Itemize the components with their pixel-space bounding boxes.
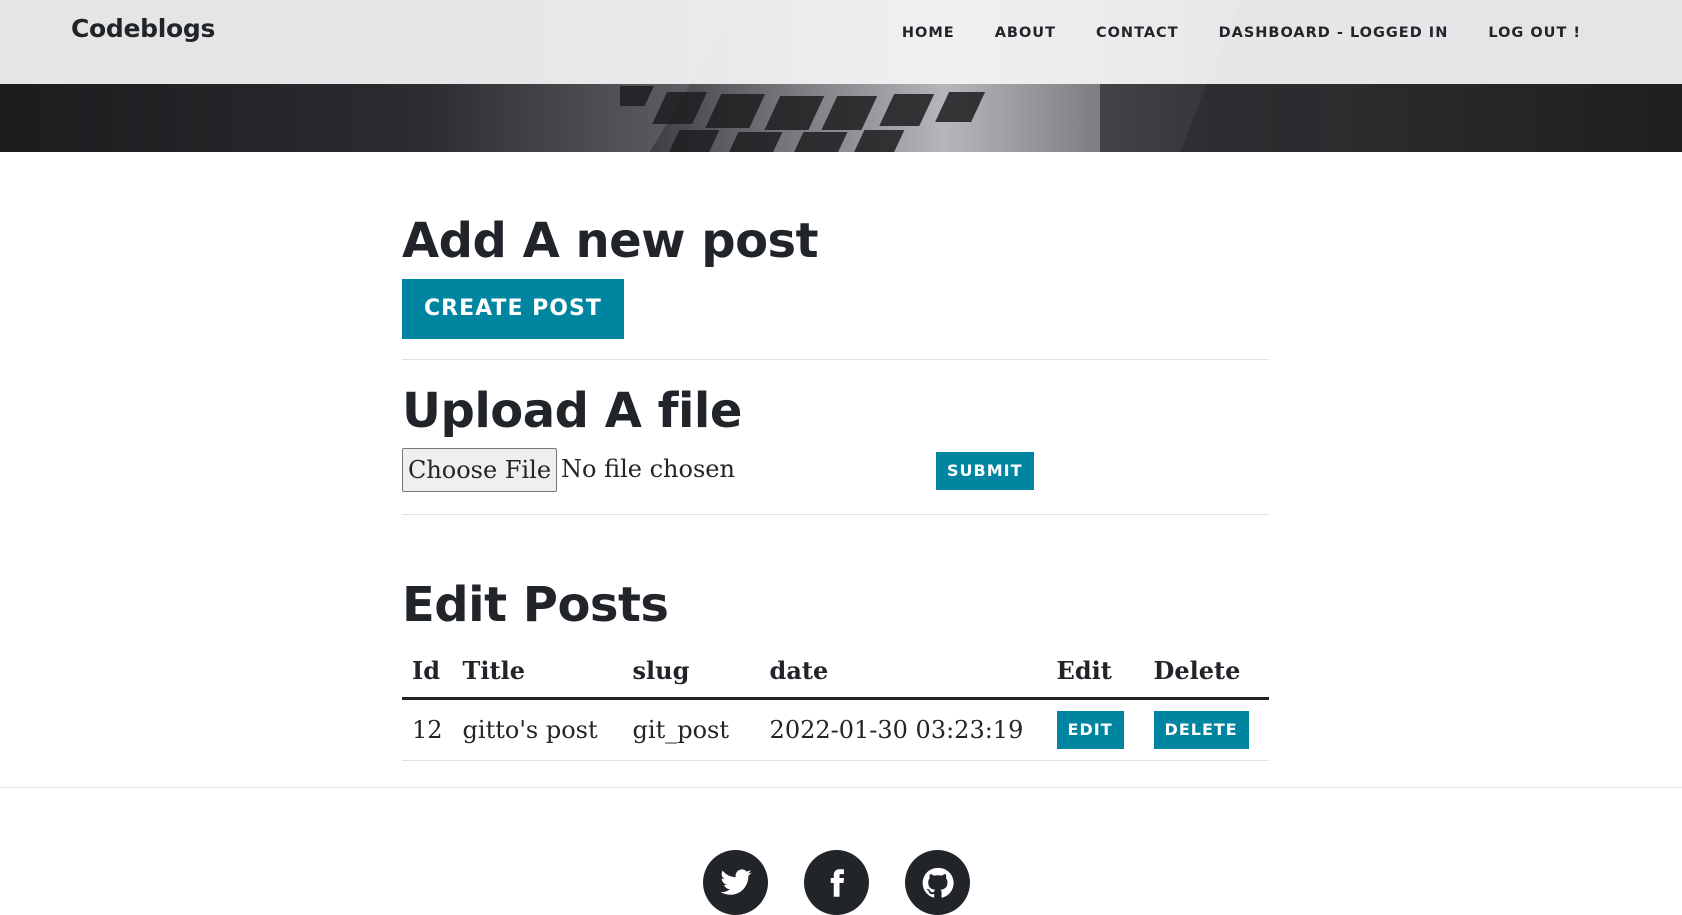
file-upload-form: Choose File No file chosen Submit <box>402 448 1269 494</box>
cell-date: 2022-01-30 03:23:19 <box>759 698 1047 761</box>
upload-heading: Upload A file <box>402 383 742 439</box>
add-post-heading: Add A new post <box>402 213 819 269</box>
cell-edit: Edit <box>1046 698 1144 761</box>
cell-id: 12 <box>402 698 453 761</box>
table-header-row: Id Title slug date Edit Delete <box>402 643 1269 700</box>
github-icon <box>922 867 954 898</box>
col-title: Title <box>452 643 623 700</box>
col-delete: Delete <box>1143 643 1269 700</box>
submit-button[interactable]: Submit <box>936 452 1034 490</box>
col-id: Id <box>402 643 453 700</box>
footer-divider <box>0 787 1682 788</box>
col-slug: slug <box>622 643 760 700</box>
nav-links: Home About Contact Dashboard - Logged In… <box>862 22 1581 41</box>
navbar: Codeblogs Home About Contact Dashboard -… <box>0 0 1682 84</box>
edit-button[interactable]: Edit <box>1056 711 1124 749</box>
twitter-link[interactable] <box>703 850 768 915</box>
cell-delete: Delete <box>1143 698 1269 761</box>
cell-title: gitto's post <box>452 698 623 761</box>
table-row: 12 gitto's post git_post 2022-01-30 03:2… <box>402 698 1269 761</box>
nav-contact[interactable]: Contact <box>1096 25 1179 41</box>
col-edit: Edit <box>1046 643 1144 700</box>
nav-logout[interactable]: Log Out ! <box>1488 25 1581 41</box>
social-links <box>703 850 970 915</box>
delete-button[interactable]: Delete <box>1153 711 1249 749</box>
nav-about[interactable]: About <box>995 25 1056 41</box>
twitter-icon <box>719 868 752 895</box>
nav-dashboard[interactable]: Dashboard - Logged In <box>1219 25 1449 41</box>
choose-file-button[interactable]: Choose File <box>402 448 557 492</box>
posts-table: Id Title slug date Edit Delete 12 gitto'… <box>402 643 1269 761</box>
nav-home[interactable]: Home <box>902 25 955 41</box>
github-link[interactable] <box>905 850 970 915</box>
main-content: Add A new post Create Post Upload A file… <box>402 152 1269 761</box>
create-post-button[interactable]: Create Post <box>402 279 624 339</box>
file-status-text: No file chosen <box>561 455 735 483</box>
cell-slug: git_post <box>622 698 760 761</box>
edit-posts-heading: Edit Posts <box>402 577 669 633</box>
col-date: date <box>759 643 1047 700</box>
facebook-icon <box>830 868 844 897</box>
header-banner: Codeblogs Home About Contact Dashboard -… <box>0 0 1682 152</box>
facebook-link[interactable] <box>804 850 869 915</box>
brand-logo[interactable]: Codeblogs <box>71 14 215 43</box>
